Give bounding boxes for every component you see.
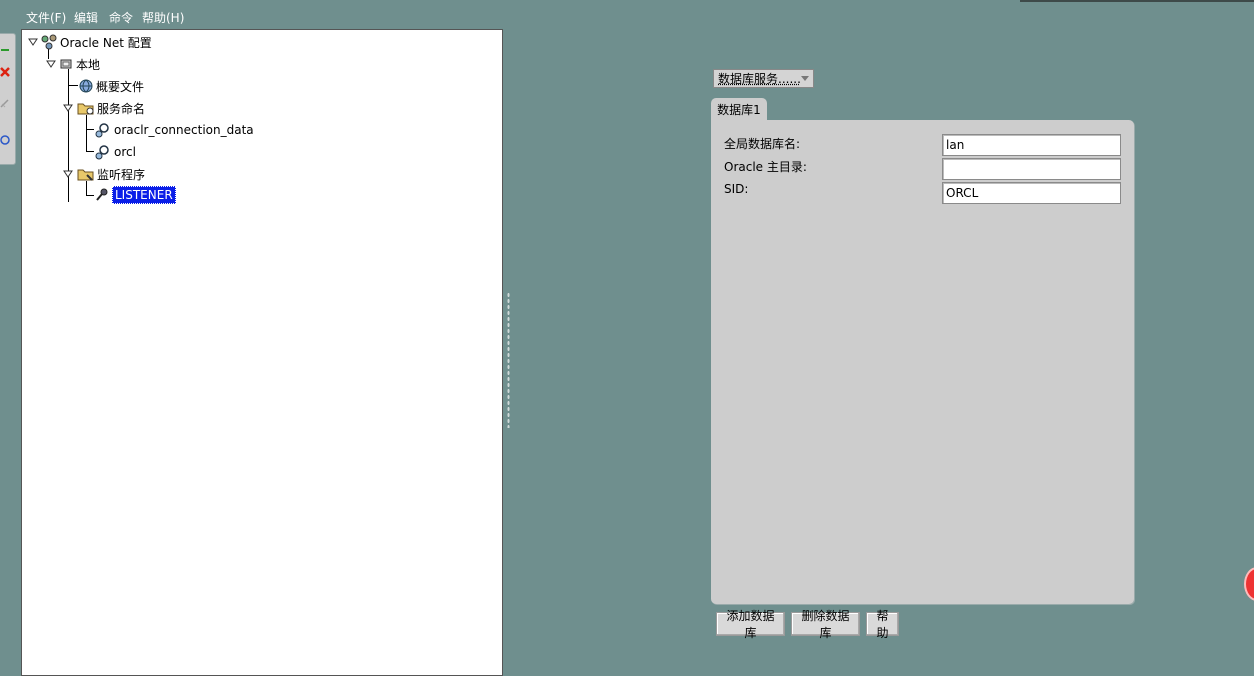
view-select[interactable]: 数据库服务...... bbox=[713, 69, 814, 88]
navigator-tree: Oracle Net 配置 本地 概要文件 服务命名 oraclr_connec… bbox=[21, 29, 503, 676]
tree-label-service: orcl bbox=[114, 145, 136, 159]
menu-command[interactable]: 命令 bbox=[109, 9, 133, 26]
add-icon[interactable] bbox=[0, 44, 10, 54]
help-button[interactable]: 帮助 bbox=[866, 609, 899, 640]
help-icon[interactable] bbox=[0, 134, 10, 145]
pane-splitter[interactable] bbox=[507, 292, 510, 428]
remove-database-button[interactable]: 删除数据库 bbox=[791, 609, 860, 640]
tree-label-listeners: 监听程序 bbox=[97, 167, 146, 182]
tree-label-service-naming: 服务命名 bbox=[97, 101, 146, 116]
tree-node-local[interactable]: 本地 bbox=[58, 55, 100, 73]
menu-bar: 文件(F) 编辑 命令 帮助(H) bbox=[0, 0, 1254, 30]
chevron-down-icon bbox=[801, 76, 809, 81]
oracle-home-input[interactable] bbox=[942, 158, 1121, 180]
collapse-toggle[interactable] bbox=[63, 168, 73, 178]
network-icon bbox=[40, 34, 58, 50]
globe-icon bbox=[78, 78, 94, 94]
add-database-button[interactable]: 添加数据库 bbox=[716, 609, 785, 640]
collapse-toggle[interactable] bbox=[46, 58, 56, 68]
tree-node-profile[interactable]: 概要文件 bbox=[78, 77, 144, 95]
computer-icon bbox=[58, 56, 74, 72]
service-icon bbox=[94, 144, 112, 160]
tree-label-profile: 概要文件 bbox=[96, 79, 145, 94]
tab-label: 数据库1 bbox=[717, 103, 761, 117]
tab-database-1[interactable]: 数据库1 bbox=[711, 98, 767, 121]
oracle-home-label: Oracle 主目录: bbox=[724, 160, 807, 174]
tree-node-listener[interactable]: LISTENER bbox=[94, 186, 176, 204]
collapse-toggle[interactable] bbox=[28, 36, 38, 46]
window-edge bbox=[1020, 0, 1254, 2]
menu-help[interactable]: 帮助(H) bbox=[142, 9, 184, 26]
sid-input[interactable] bbox=[942, 182, 1121, 204]
side-toolbar bbox=[0, 33, 16, 165]
menu-edit[interactable]: 编辑 bbox=[74, 9, 98, 26]
tree-node-root[interactable]: Oracle Net 配置 bbox=[40, 33, 152, 51]
collapse-toggle[interactable] bbox=[63, 102, 73, 112]
microphone-icon bbox=[94, 187, 110, 203]
sid-label: SID: bbox=[724, 182, 749, 196]
menu-file[interactable]: 文件(F) bbox=[26, 9, 66, 26]
view-select-value: 数据库服务...... bbox=[718, 72, 801, 86]
tree-label-service: oraclr_connection_data bbox=[114, 123, 254, 137]
tree-node-service[interactable]: orcl bbox=[94, 143, 136, 161]
service-icon bbox=[94, 122, 112, 138]
status-badge bbox=[1244, 567, 1254, 601]
tree-label-local: 本地 bbox=[76, 57, 101, 72]
database-panel: 全局数据库名: Oracle 主目录: SID: bbox=[711, 120, 1134, 604]
global-db-name-label: 全局数据库名: bbox=[724, 137, 801, 151]
tree-label-listener: LISTENER bbox=[112, 186, 176, 204]
test-icon[interactable] bbox=[0, 98, 10, 108]
delete-icon[interactable] bbox=[0, 66, 10, 77]
tree-label-root: Oracle Net 配置 bbox=[60, 35, 152, 50]
tree-node-listeners[interactable]: 监听程序 bbox=[77, 165, 145, 183]
folder-icon bbox=[77, 166, 95, 182]
tree-node-service[interactable]: oraclr_connection_data bbox=[94, 121, 254, 139]
tree-node-service-naming[interactable]: 服务命名 bbox=[77, 99, 145, 117]
folder-icon bbox=[77, 100, 95, 116]
global-db-name-input[interactable] bbox=[942, 134, 1121, 156]
